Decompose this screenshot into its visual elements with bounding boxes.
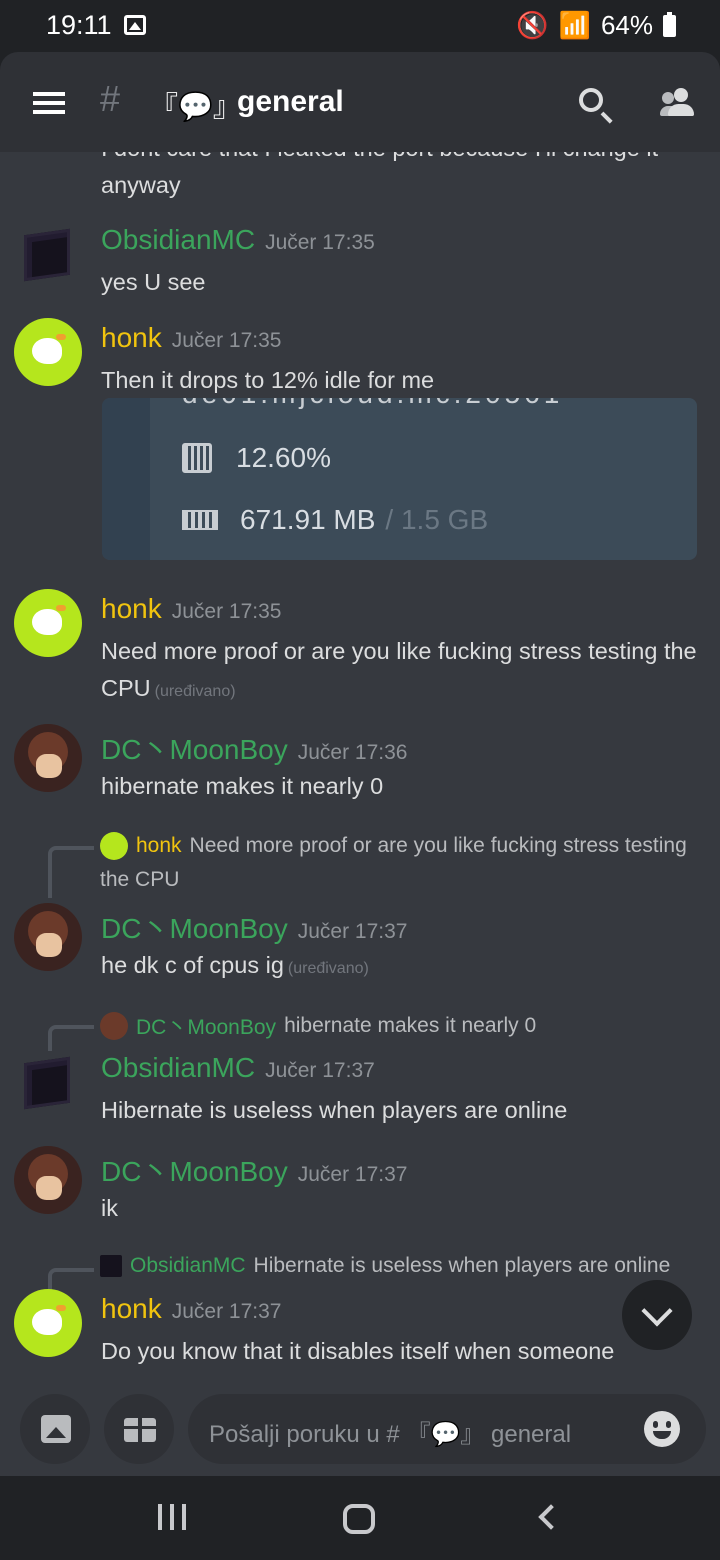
author-name[interactable]: honk Jučer 17:35 — [101, 593, 281, 625]
author-name[interactable]: ObsidianMC Jučer 17:35 — [101, 224, 375, 256]
back-button[interactable] — [538, 1504, 564, 1530]
image-icon — [41, 1415, 71, 1443]
reply-author: DC丶MoonBoy — [136, 1016, 277, 1039]
avatar[interactable] — [14, 1289, 82, 1357]
author-name[interactable]: DC丶MoonBoy Jučer 17:37 — [101, 1150, 407, 1190]
avatar[interactable] — [14, 318, 82, 386]
ram-icon — [182, 510, 218, 530]
channel-emoji: 『💬』 — [150, 91, 241, 122]
jump-to-present-button[interactable] — [622, 1280, 692, 1350]
wifi-icon: 📶 — [558, 10, 591, 40]
message-placeholder: Pošalji poruku u # 『💬』 general — [209, 1421, 572, 1448]
avatar[interactable] — [14, 1052, 82, 1120]
reply-avatar — [100, 832, 128, 860]
menu-icon[interactable] — [33, 92, 65, 114]
status-right: 🔇 📶 64% — [516, 10, 676, 41]
timestamp: Jučer 17:37 — [265, 1059, 375, 1082]
reply-text: Hibernate is useless when players are on… — [253, 1254, 671, 1277]
reply-author: ObsidianMC — [130, 1254, 246, 1277]
image-attachment[interactable]: de01.mjcloud.mc:20561 12.60% 671.91 MB/ … — [102, 398, 697, 560]
reply-reference[interactable]: DC丶MoonBoy hibernate makes it nearly 0 — [0, 1007, 720, 1051]
mute-icon: 🔇 — [516, 10, 549, 40]
message-text: Need more proof or are you like fucking … — [101, 638, 697, 701]
avatar[interactable] — [14, 724, 82, 792]
author-name[interactable]: honk Jučer 17:37 — [101, 1293, 281, 1325]
message-text: yes U see — [101, 269, 206, 295]
reply-text: Need more proof or are you like fucking … — [189, 834, 687, 857]
avatar[interactable] — [14, 589, 82, 657]
ram-row: 671.91 MB/ 1.5 GB — [182, 504, 488, 536]
members-icon[interactable] — [660, 88, 698, 118]
message-list[interactable]: I dont care that I leaked the port becau… — [0, 152, 720, 1378]
timestamp: Jučer 17:36 — [297, 741, 408, 764]
message-text: Hibernate is useless when players are on… — [101, 1097, 568, 1123]
channel-header: # 『💬』 general — [0, 52, 720, 152]
search-icon[interactable] — [579, 88, 603, 112]
home-button[interactable] — [343, 1504, 375, 1534]
timestamp: Jučer 17:35 — [171, 329, 282, 352]
cpu-icon — [182, 443, 212, 473]
timestamp: Jučer 17:35 — [265, 231, 375, 254]
reply-text: hibernate makes it nearly 0 — [284, 1014, 537, 1037]
author-name[interactable]: DC丶MoonBoy Jučer 17:36 — [101, 728, 407, 768]
message-text: I dont care that I leaked the port becau… — [101, 152, 658, 198]
author-name[interactable]: DC丶MoonBoy Jučer 17:37 — [101, 907, 407, 947]
gift-icon — [124, 1414, 156, 1442]
composer: Pošalji poruku u # 『💬』 general — [0, 1378, 720, 1476]
reply-avatar — [100, 1012, 128, 1040]
reply-reference[interactable]: honk Need more proof or are you like fuc… — [0, 828, 720, 898]
battery-percent: 64% — [600, 10, 653, 40]
message-text: he dk c of cpus ig (uređivano) — [101, 952, 369, 978]
status-bar: 19:11 🔇 📶 64% — [0, 0, 720, 52]
reply-author: honk — [136, 834, 182, 857]
avatar[interactable] — [14, 224, 82, 292]
edited-label: (uređivano) — [287, 960, 369, 977]
avatar[interactable] — [14, 1146, 82, 1214]
emoji-icon[interactable] — [644, 1411, 680, 1447]
gift-button[interactable] — [104, 1394, 174, 1464]
reply-avatar — [100, 1255, 122, 1277]
message-input[interactable]: Pošalji poruku u # 『💬』 general — [188, 1394, 706, 1464]
message-text: Do you know that it disables itself when… — [101, 1338, 615, 1364]
reply-text-cont: the CPU — [100, 868, 180, 891]
message-text: hibernate makes it nearly 0 — [101, 773, 384, 799]
timestamp: Jučer 17:37 — [171, 1300, 282, 1323]
clock: 19:11 — [46, 10, 112, 40]
reply-reference[interactable]: ObsidianMC Hibernate is useless when pla… — [0, 1250, 720, 1294]
attach-image-button[interactable] — [20, 1394, 90, 1464]
gallery-notification-icon — [124, 15, 146, 35]
channel-name[interactable]: general — [237, 85, 344, 119]
avatar[interactable] — [14, 903, 82, 971]
message-text: ik — [101, 1195, 118, 1221]
edited-label: (uređivano) — [154, 683, 236, 700]
timestamp: Jučer 17:37 — [297, 1163, 408, 1186]
author-name[interactable]: ObsidianMC Jučer 17:37 — [101, 1052, 375, 1084]
recents-button[interactable] — [158, 1504, 186, 1530]
timestamp: Jučer 17:37 — [297, 920, 408, 943]
battery-icon — [663, 11, 676, 37]
timestamp: Jučer 17:35 — [171, 600, 282, 623]
author-name[interactable]: honk Jučer 17:35 — [101, 322, 281, 354]
embed-cut-text: de01.mjcloud.mc:20561 — [182, 398, 563, 410]
system-nav-bar — [0, 1476, 720, 1560]
channel-hash-icon: # — [100, 78, 121, 119]
message-text: Then it drops to 12% idle for me — [101, 367, 435, 393]
cpu-row: 12.60% — [182, 442, 331, 474]
